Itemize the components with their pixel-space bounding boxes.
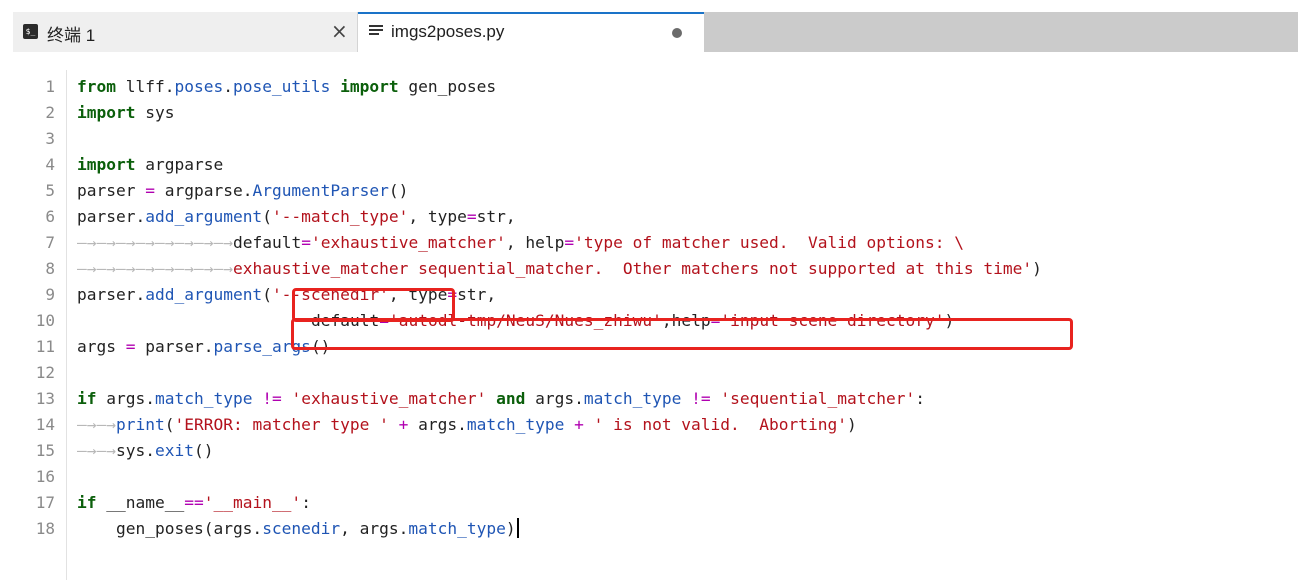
code-line: 3 (0, 126, 1298, 152)
line-number: 12 (35, 363, 55, 382)
code-editor[interactable]: 1 from llff.poses.pose_utils import gen_… (0, 52, 1298, 586)
line-number: 2 (45, 103, 55, 122)
code-line: 9 parser.add_argument('--scenedir', type… (0, 282, 1298, 308)
code-text: parser.add_argument('--match_type', type… (77, 207, 516, 226)
close-icon[interactable]: × (331, 19, 348, 43)
code-text: —→—→—→—→—→—→—→—→default='exhaustive_matc… (77, 233, 964, 252)
annotation-box-default-path (291, 318, 1073, 350)
code-line: 14 —→—→print('ERROR: matcher type ' + ar… (0, 412, 1298, 438)
unsaved-dot-icon[interactable] (672, 28, 682, 38)
line-number: 9 (45, 285, 55, 304)
code-line: 2 import sys (0, 100, 1298, 126)
tab-imgs2poses[interactable]: imgs2poses.py (358, 12, 704, 52)
code-line: 1 from llff.poses.pose_utils import gen_… (0, 74, 1298, 100)
tab-label: 终端 1 (47, 26, 96, 45)
code-text: if __name__=='__main__': (77, 493, 311, 512)
tab-terminal[interactable]: $_ 终端 1 × (13, 12, 358, 52)
tab-label: imgs2poses.py (391, 22, 505, 41)
line-number: 3 (45, 129, 55, 148)
code-line: 18 gen_poses(args.scenedir, args.match_t… (0, 516, 1298, 542)
line-number: 13 (35, 389, 55, 408)
code-line: 5 parser = argparse.ArgumentParser() (0, 178, 1298, 204)
terminal-icon: $_ (23, 24, 38, 39)
code-text: import argparse (77, 155, 224, 174)
line-number: 7 (45, 233, 55, 252)
file-lines-icon (369, 25, 383, 39)
tab-whitespace-marker: —→ (77, 233, 97, 252)
code-line: 8 —→—→—→—→—→—→—→—→exhaustive_matcher seq… (0, 256, 1298, 282)
line-number: 18 (35, 519, 55, 538)
code-text: import sys (77, 103, 175, 122)
code-line: 12 (0, 360, 1298, 386)
code-line: 6 parser.add_argument('--match_type', ty… (0, 204, 1298, 230)
line-number: 6 (45, 207, 55, 226)
code-line: 7 —→—→—→—→—→—→—→—→default='exhaustive_ma… (0, 230, 1298, 256)
code-text: if args.match_type != 'exhaustive_matche… (77, 389, 925, 408)
code-line: 13 if args.match_type != 'exhaustive_mat… (0, 386, 1298, 412)
line-number: 1 (45, 77, 55, 96)
line-number: 17 (35, 493, 55, 512)
annotation-box-scenedir (292, 288, 455, 322)
text-cursor (516, 518, 519, 538)
code-text: —→—→print('ERROR: matcher type ' + args.… (77, 415, 857, 434)
code-line: 15 —→—→sys.exit() (0, 438, 1298, 464)
code-text: gen_poses(args.scenedir, args.match_type… (77, 516, 519, 542)
code-line: 4 import argparse (0, 152, 1298, 178)
line-number: 16 (35, 467, 55, 486)
code-text: —→—→sys.exit() (77, 441, 214, 460)
tab-bar-empty-area (704, 12, 1298, 52)
line-number: 14 (35, 415, 55, 434)
code-line: 17 if __name__=='__main__': (0, 490, 1298, 516)
code-text: parser = argparse.ArgumentParser() (77, 181, 409, 200)
code-line: 16 (0, 464, 1298, 490)
code-text: —→—→—→—→—→—→—→—→exhaustive_matcher seque… (77, 259, 1042, 278)
line-number: 15 (35, 441, 55, 460)
tab-bar: $_ 终端 1 × imgs2poses.py (0, 0, 1298, 52)
line-number: 5 (45, 181, 55, 200)
code-text: from llff.poses.pose_utils import gen_po… (77, 77, 497, 96)
line-number: 10 (35, 311, 55, 330)
line-number: 8 (45, 259, 55, 278)
line-number: 4 (45, 155, 55, 174)
line-number: 11 (35, 337, 55, 356)
